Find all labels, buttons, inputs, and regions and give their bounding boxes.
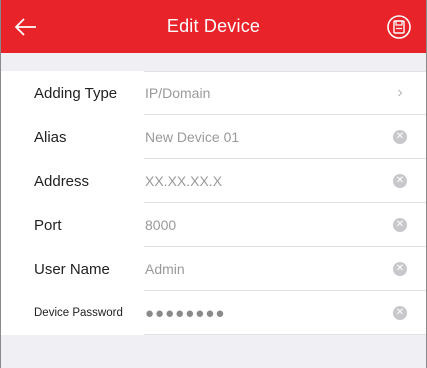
clear-icon[interactable]: ✕	[393, 262, 407, 276]
clear-icon[interactable]: ✕	[393, 130, 407, 144]
port-field[interactable]: 8000	[141, 217, 380, 233]
device-form: Adding Type IP/Domain › Alias New Device…	[1, 71, 426, 335]
clear-icon[interactable]: ✕	[393, 218, 407, 232]
save-icon[interactable]	[386, 14, 412, 40]
alias-row: Alias New Device 01 ✕	[1, 115, 426, 159]
adding-type-label: Adding Type	[34, 84, 118, 102]
device-password-label: Device Password	[34, 307, 123, 319]
address-field[interactable]: XX.XX.XX.X	[141, 173, 380, 189]
device-password-field[interactable]: ●●●●●●●●	[141, 305, 380, 322]
adding-type-row[interactable]: Adding Type IP/Domain ›	[1, 71, 426, 115]
adding-type-value[interactable]: IP/Domain	[141, 85, 380, 101]
clear-icon[interactable]: ✕	[393, 174, 407, 188]
user-name-row: User Name Admin ✕	[1, 247, 426, 291]
alias-field[interactable]: New Device 01	[141, 129, 380, 145]
page-title: Edit Device	[166, 16, 261, 36]
port-label: Port	[34, 216, 62, 234]
user-name-field[interactable]: Admin	[141, 261, 380, 277]
app-header: Edit Device	[1, 0, 426, 53]
clear-icon[interactable]: ✕	[393, 306, 407, 320]
port-row: Port 8000 ✕	[1, 203, 426, 247]
address-label: Address	[34, 172, 90, 190]
back-arrow-icon[interactable]	[13, 14, 39, 40]
alias-label: Alias	[34, 128, 67, 146]
chevron-right-icon[interactable]: ›	[397, 84, 402, 102]
address-row: Address XX.XX.XX.X ✕	[1, 159, 426, 203]
device-password-row: Device Password ●●●●●●●● ✕	[1, 291, 426, 335]
user-name-label: User Name	[34, 260, 110, 278]
